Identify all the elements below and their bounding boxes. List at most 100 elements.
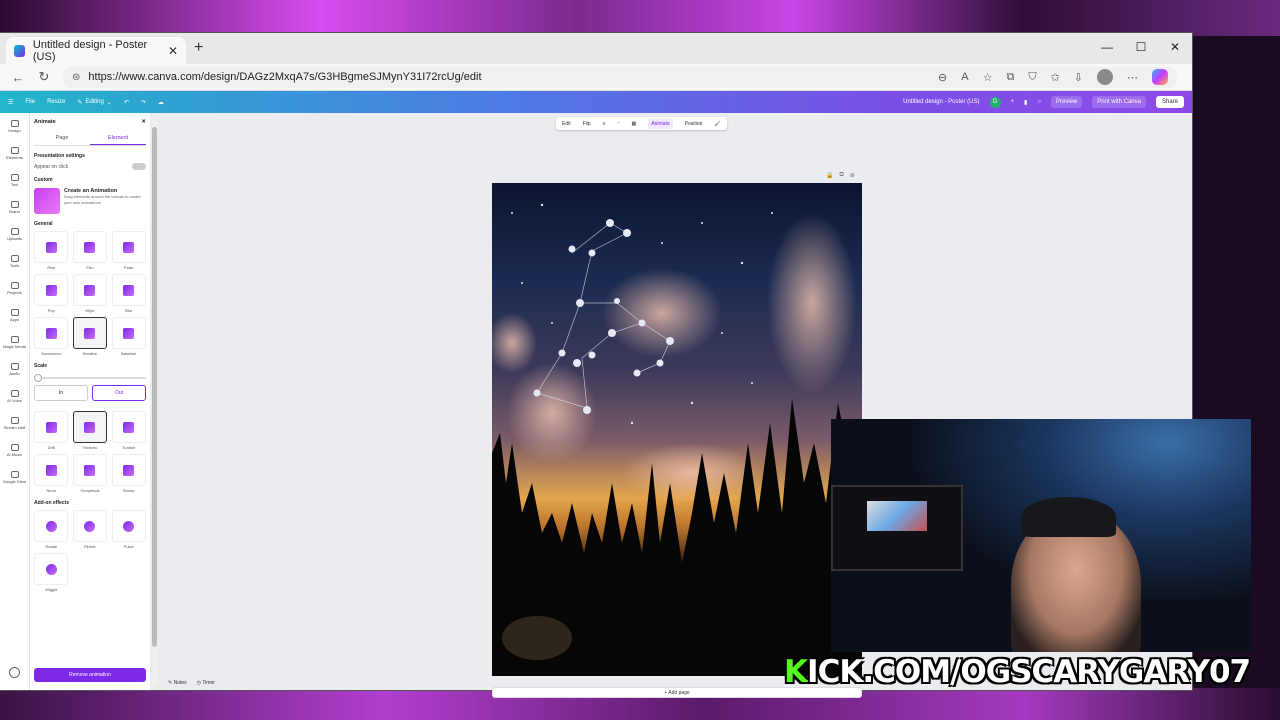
position-button[interactable]: Position — [685, 121, 703, 127]
design-title[interactable]: Untitled design - Poster (US) — [903, 99, 979, 105]
transparency-icon[interactable]: ▦ — [632, 121, 637, 127]
animation-option[interactable]: Wiggle — [34, 553, 69, 592]
animation-option[interactable]: Rise — [34, 231, 69, 270]
cloud-save-icon[interactable]: ☁ — [158, 99, 164, 106]
animation-option[interactable]: Wipe — [72, 274, 108, 313]
address-bar[interactable]: ⊜ https://www.canva.com/design/DAGz2MxqA… — [62, 66, 1178, 88]
preview-button[interactable]: Preview — [1050, 96, 1083, 108]
rail-item[interactable]: Apps — [0, 302, 29, 329]
browser-tab[interactable]: Untitled design - Poster (US) ✕ — [6, 37, 186, 64]
profile-avatar[interactable] — [1097, 69, 1113, 85]
rail-item[interactable]: Elements — [0, 140, 29, 167]
tab-element[interactable]: Element — [90, 135, 146, 145]
reload-icon[interactable]: ↻ — [36, 69, 52, 85]
lock-icon[interactable]: 🔒 — [826, 172, 833, 179]
shield-icon[interactable]: ⛉ — [1028, 71, 1036, 84]
slider-knob[interactable] — [34, 374, 42, 382]
rail-item[interactable]: Google Drive — [0, 464, 29, 491]
edit-button[interactable]: Edit — [562, 121, 571, 127]
timer-button[interactable]: ◷ Timer — [197, 680, 215, 686]
panel-scrollbar[interactable] — [152, 117, 157, 686]
redo-icon[interactable]: ↷ — [141, 99, 146, 106]
animation-option[interactable]: Pulse — [111, 510, 146, 549]
animation-option[interactable]: Blur — [111, 274, 146, 313]
rail-item[interactable]: Stream stuff — [0, 410, 29, 437]
rail-item[interactable]: Text — [0, 167, 29, 194]
more-menu-icon[interactable]: ⋯ — [1127, 71, 1138, 84]
invite-icon[interactable]: + — [1011, 99, 1015, 105]
magic-icon[interactable] — [9, 667, 20, 678]
animation-label: Drift — [47, 445, 55, 450]
flip-button[interactable]: Flip — [583, 121, 591, 127]
animation-option[interactable]: Breathe — [72, 317, 108, 356]
print-button[interactable]: Print with Canva — [1092, 96, 1146, 108]
new-tab-icon[interactable]: + — [194, 39, 203, 57]
out-button[interactable]: Out — [92, 385, 146, 401]
scrollbar-thumb[interactable] — [152, 127, 157, 647]
comment-icon[interactable]: ○ — [1037, 99, 1041, 105]
animation-label: Rotate — [45, 544, 58, 549]
animation-swatch-icon — [123, 520, 135, 532]
rail-item[interactable]: AI Voice — [0, 383, 29, 410]
user-avatar[interactable]: G — [989, 96, 1001, 108]
read-aloud-icon[interactable]: A — [961, 71, 968, 83]
resize-button[interactable]: Resize — [47, 99, 65, 105]
rail-item[interactable]: Projects — [0, 275, 29, 302]
remove-animation-button[interactable]: Remove animation — [34, 668, 146, 682]
paint-format-icon[interactable]: 🖌 — [714, 121, 720, 127]
poster-canvas[interactable] — [492, 183, 862, 676]
animation-option[interactable]: Pop — [34, 274, 69, 313]
create-animation-card[interactable]: Create an Animation Drag elements around … — [34, 188, 146, 214]
file-menu[interactable]: File — [25, 99, 35, 105]
rail-item[interactable]: AI Music — [0, 437, 29, 464]
appear-on-click-toggle[interactable] — [132, 163, 146, 170]
animation-option[interactable]: Tumble — [111, 411, 146, 450]
animation-option[interactable]: Fade — [111, 231, 146, 270]
undo-icon[interactable]: ↶ — [124, 99, 129, 106]
add-page-icon[interactable]: ⊕ — [850, 172, 855, 179]
animation-thumbnail — [34, 317, 69, 349]
rail-item[interactable]: Tools — [0, 248, 29, 275]
corner-icon[interactable]: ◜ — [618, 121, 620, 127]
close-panel-icon[interactable]: ✕ — [141, 119, 146, 125]
editing-dropdown[interactable]: ✎ Editing ⌄ — [77, 99, 111, 106]
animation-option[interactable]: Pan — [72, 231, 108, 270]
copilot-icon[interactable] — [1152, 69, 1168, 85]
share-button[interactable]: Share — [1155, 96, 1184, 108]
animation-option[interactable]: Flicker — [72, 510, 108, 549]
rail-item[interactable]: Audio — [0, 356, 29, 383]
tab-close-icon[interactable]: ✕ — [168, 44, 178, 58]
align-icon[interactable]: ≡ — [603, 121, 606, 127]
extensions-icon[interactable]: ⧉ — [1006, 71, 1014, 84]
animation-option[interactable]: Scrapbook — [72, 454, 108, 493]
favorite-icon[interactable]: ☆ — [983, 71, 993, 84]
zoom-icon[interactable]: ⊖ — [938, 71, 947, 84]
notes-button[interactable]: ✎ Notes — [168, 680, 187, 686]
rail-item[interactable]: Design — [0, 113, 29, 140]
favorites-list-icon[interactable]: ✩ — [1051, 71, 1060, 84]
animation-option[interactable]: Tectonic — [72, 411, 108, 450]
duplicate-icon[interactable]: ⧉ — [839, 172, 843, 179]
animation-option[interactable]: Stomp — [111, 454, 146, 493]
animation-option[interactable]: Neon — [34, 454, 69, 493]
rail-item[interactable]: Brand — [0, 194, 29, 221]
menu-icon[interactable]: ☰ — [8, 99, 13, 106]
rail-item[interactable]: Uploads — [0, 221, 29, 248]
animate-button[interactable]: Animate — [648, 118, 673, 129]
maximize-icon[interactable]: ☐ — [1124, 33, 1158, 63]
minimize-icon[interactable]: — — [1090, 33, 1124, 63]
animation-swatch-icon — [84, 421, 96, 433]
back-icon[interactable]: ← — [10, 70, 26, 85]
in-button[interactable]: In — [34, 385, 88, 401]
animation-option[interactable]: Succession — [34, 317, 69, 356]
rail-item[interactable]: Magic Media — [0, 329, 29, 356]
close-window-icon[interactable]: ✕ — [1158, 33, 1192, 63]
download-icon[interactable]: ⇩ — [1074, 71, 1083, 84]
tab-page[interactable]: Page — [34, 135, 90, 145]
animation-option[interactable]: Drift — [34, 411, 69, 450]
animation-option[interactable]: Rotate — [34, 510, 69, 549]
scale-slider[interactable] — [34, 374, 146, 382]
site-info-icon[interactable]: ⊜ — [72, 72, 80, 83]
animation-option[interactable]: Baseline — [111, 317, 146, 356]
analytics-icon[interactable]: ▮ — [1024, 99, 1027, 106]
